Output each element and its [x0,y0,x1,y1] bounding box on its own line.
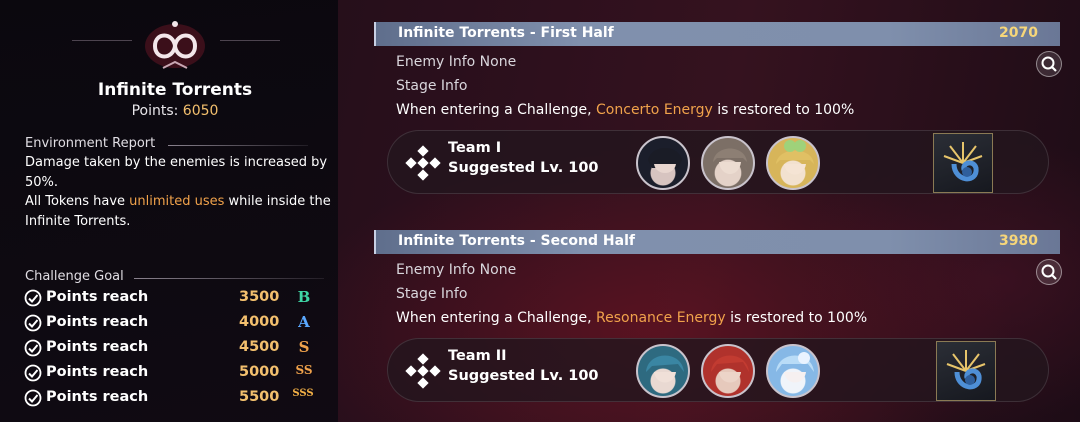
character-avatar[interactable] [701,136,755,190]
search-icon [1041,264,1057,280]
goal-row: Points reach 4500 S [24,338,324,360]
emblem-divider-left [72,40,132,41]
environment-report-divider [168,145,308,146]
challenge-goal-divider [134,278,324,279]
challenge-effect-pre: When entering a Challenge, [396,102,597,118]
stage-score: 3980 [999,233,1038,249]
goal-value: 4000 [239,314,280,330]
env-line-1: Damage taken by the enemies is increased… [25,155,328,190]
stage-header-second-half: Infinite Torrents - Second Half 3980 [374,230,1060,254]
challenge-effect: When entering a Challenge, Concerto Ener… [396,102,854,118]
points-label: Points: [131,103,179,119]
rank-ss-icon: SS [295,363,313,377]
environment-report-text: Damage taken by the enemies is increased… [25,153,335,231]
env-line-2: All Tokens have unlimited uses while ins… [25,192,335,231]
check-icon [24,339,42,357]
challenge-effect-post: is restored to 100% [712,102,855,118]
goal-row: Points reach 4000 A [24,313,324,335]
search-icon [1041,56,1057,72]
points-value: 6050 [182,103,219,119]
emblem-divider-right [220,40,280,41]
goal-row: Points reach 5500 SSS [24,388,324,410]
character-avatar[interactable] [766,344,820,398]
team-card[interactable]: Team I Suggested Lv. 100 [387,130,1049,194]
character-avatar[interactable] [701,344,755,398]
goal-row: Points reach 3500 B [24,288,324,310]
rank-s-icon: S [298,338,310,356]
total-points: Points: 6050 [0,103,350,119]
check-icon [24,364,42,382]
goal-label: Points reach [46,289,149,305]
team-suggested-level: Suggested Lv. 100 [448,160,599,176]
rank-a-icon: A [298,313,310,331]
character-avatar[interactable] [636,344,690,398]
goal-label: Points reach [46,364,149,380]
rank-sss-icon: SSS [292,388,314,399]
environment-report-heading: Environment Report [25,136,156,151]
team-name: Team I [448,140,502,156]
goal-label: Points reach [46,339,149,355]
challenge-effect-post: is restored to 100% [725,310,868,326]
goal-value: 4500 [239,339,280,355]
challenge-effect-highlight: Resonance Energy [596,310,726,326]
stage-info-label: Stage Info [396,286,468,302]
challenge-effect: When entering a Challenge, Resonance Ene… [396,310,867,326]
goal-value: 5500 [239,389,280,405]
stage-header-first-half: Infinite Torrents - First Half 2070 [374,22,1060,46]
team-icon [405,145,441,181]
character-avatar[interactable] [766,136,820,190]
enemy-info: Enemy Info None [396,262,517,278]
team-suggested-level: Suggested Lv. 100 [448,368,599,384]
challenge-goal-heading: Challenge Goal [25,269,124,284]
goal-label: Points reach [46,314,149,330]
token-icon[interactable] [933,133,993,193]
goal-value: 3500 [239,289,280,305]
enemy-info-search-button[interactable] [1036,51,1062,77]
check-icon [24,314,42,332]
challenge-effect-highlight: Concerto Energy [596,102,713,118]
character-avatar[interactable] [636,136,690,190]
stage-info-label: Stage Info [396,78,468,94]
stage-score: 2070 [999,25,1038,41]
torrent-emblem-icon [135,14,215,74]
goal-value: 5000 [239,364,280,380]
challenge-title: Infinite Torrents [97,80,253,100]
team-icon [405,353,441,389]
stage-title: Infinite Torrents - First Half [398,25,614,41]
enemy-info-search-button[interactable] [1036,259,1062,285]
stage-title: Infinite Torrents - Second Half [398,233,635,249]
check-icon [24,289,42,307]
check-icon [24,389,42,407]
enemy-info: Enemy Info None [396,54,517,70]
team-name: Team II [448,348,507,364]
challenge-summary-panel: Infinite Torrents Points: 6050 Environme… [0,0,338,422]
goal-row: Points reach 5000 SS [24,363,324,385]
token-icon[interactable] [936,341,996,401]
env-line-2-pre: All Tokens have [25,194,130,209]
challenge-effect-pre: When entering a Challenge, [396,310,597,326]
rank-b-icon: B [297,288,311,306]
env-line-2-highlight: unlimited uses [129,194,225,209]
goal-label: Points reach [46,389,149,405]
team-card[interactable]: Team II Suggested Lv. 100 [387,338,1049,402]
